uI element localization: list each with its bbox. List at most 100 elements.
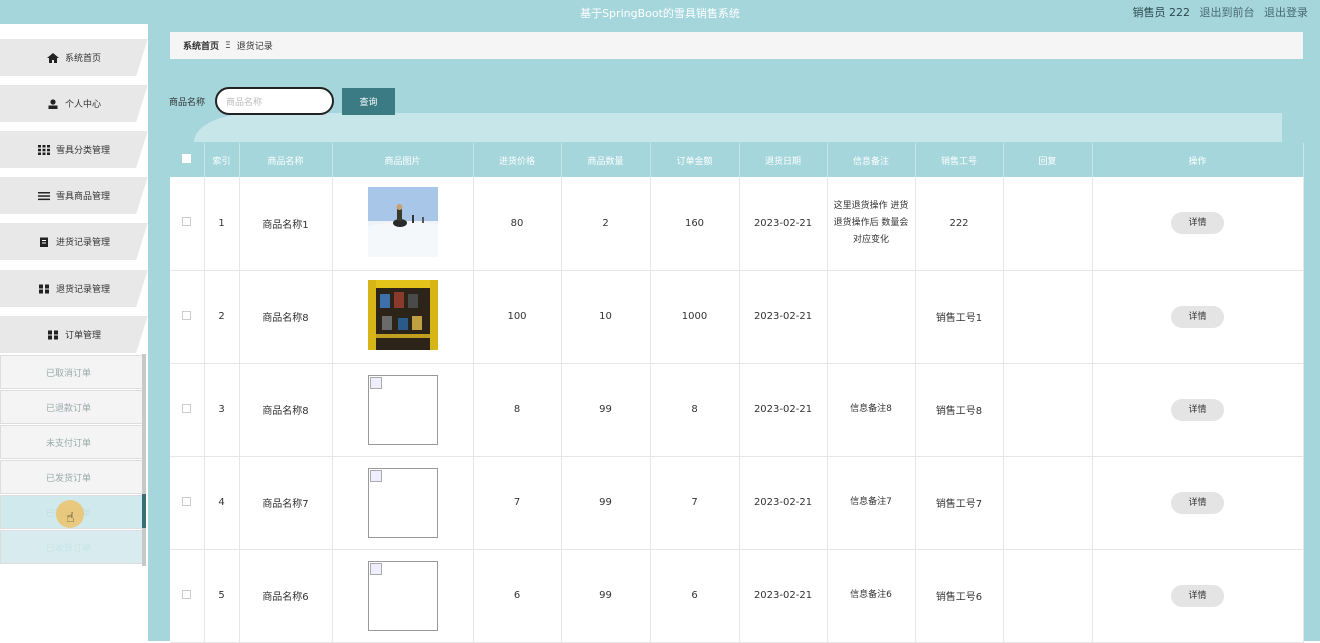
row-select-cell bbox=[170, 270, 205, 364]
cell-quantity: 99 bbox=[561, 363, 651, 457]
column-header: 进货价格 bbox=[473, 143, 562, 177]
cell-order-amount: 8 bbox=[650, 363, 740, 457]
top-bar: 基于SpringBoot的雪具销售系统 销售员 222 退出到前台 退出登录 bbox=[0, 0, 1320, 24]
cell-actions: 详情 bbox=[1092, 270, 1304, 364]
submenu-cancelled-orders[interactable]: 已取消订单 bbox=[0, 355, 146, 389]
cell-staff-id: 销售工号8 bbox=[915, 363, 1004, 457]
sidebar-item-category-management[interactable]: 雪具分类管理 bbox=[0, 130, 148, 168]
detail-button[interactable]: 详情 bbox=[1171, 584, 1224, 607]
cell-purchase-price: 7 bbox=[473, 456, 562, 550]
cell-product-name: 商品名称8 bbox=[239, 363, 333, 457]
sidebar-item-purchase-records[interactable]: 进货记录管理 bbox=[0, 222, 148, 260]
cell-purchase-price: 8 bbox=[473, 363, 562, 457]
cell-purchase-price: 100 bbox=[473, 270, 562, 364]
product-photo-boots[interactable] bbox=[367, 280, 438, 350]
submenu-received-orders[interactable]: 已收货订单 bbox=[0, 530, 146, 564]
cell-order-amount: 6 bbox=[650, 549, 740, 643]
cell-reply bbox=[1003, 177, 1093, 271]
breadcrumb-home[interactable]: 系统首页 bbox=[183, 39, 219, 52]
submenu-refunded-orders[interactable]: 已退款订单 bbox=[0, 390, 146, 424]
sidebar-item-home[interactable]: 系统首页 bbox=[0, 38, 148, 76]
column-header: 索引 bbox=[204, 143, 240, 177]
submenu-scrollbar[interactable] bbox=[142, 354, 146, 566]
squares-icon bbox=[47, 330, 58, 339]
broken-image[interactable] bbox=[367, 560, 438, 631]
cell-return-date: 2023-02-21 bbox=[739, 270, 828, 364]
detail-button[interactable]: 详情 bbox=[1171, 491, 1224, 514]
column-header: 商品数量 bbox=[561, 143, 651, 177]
cell-index: 3 bbox=[204, 363, 240, 457]
cell-return-date: 2023-02-21 bbox=[739, 177, 828, 271]
sidebar-item-order-management[interactable]: 订单管理 bbox=[0, 315, 148, 353]
cell-product-name: 商品名称8 bbox=[239, 270, 333, 364]
table-row: 4 商品名称7 7 99 7 2023-02-21 信息备注7 销售工号7 详情 bbox=[170, 456, 1304, 550]
detail-button[interactable]: 详情 bbox=[1171, 398, 1224, 421]
user-icon bbox=[48, 98, 58, 109]
back-to-front-link[interactable]: 退出到前台 bbox=[1200, 6, 1255, 19]
product-photo-ski[interactable] bbox=[367, 186, 438, 257]
sidebar-item-product-management[interactable]: 雪具商品管理 bbox=[0, 176, 148, 214]
sidebar-item-label: 进货记录管理 bbox=[55, 238, 110, 248]
column-header: 信息备注 bbox=[827, 143, 916, 177]
cell-index: 5 bbox=[204, 549, 240, 643]
detail-button[interactable]: 详情 bbox=[1171, 305, 1224, 328]
cell-staff-id: 销售工号6 bbox=[915, 549, 1004, 643]
breadcrumb-separator: Ξ bbox=[225, 40, 231, 51]
submenu-unpaid-orders[interactable]: 未支付订单 bbox=[0, 425, 146, 459]
column-header: 订单金额 bbox=[650, 143, 740, 177]
cell-order-amount: 160 bbox=[650, 177, 740, 271]
row-checkbox[interactable] bbox=[182, 403, 192, 413]
app-title: 基于SpringBoot的雪具销售系统 bbox=[580, 7, 740, 20]
header-actions: 销售员 222 退出到前台 退出登录 bbox=[1127, 4, 1309, 20]
cell-note: 信息备注8 bbox=[827, 363, 916, 457]
cell-note bbox=[827, 270, 916, 364]
row-checkbox[interactable] bbox=[182, 496, 192, 506]
row-checkbox[interactable] bbox=[182, 310, 192, 320]
cell-staff-id: 销售工号7 bbox=[915, 456, 1004, 550]
sidebar-item-label: 个人中心 bbox=[64, 100, 101, 110]
clipboard-icon bbox=[39, 237, 48, 247]
home-icon bbox=[46, 52, 59, 63]
cell-quantity: 99 bbox=[561, 456, 651, 550]
column-header: 操作 bbox=[1092, 143, 1304, 177]
cell-actions: 详情 bbox=[1092, 549, 1304, 643]
broken-image-icon bbox=[369, 376, 382, 389]
submenu-scrollbar-thumb[interactable] bbox=[142, 494, 146, 528]
logout-link[interactable]: 退出登录 bbox=[1264, 6, 1308, 19]
table-header-row: 索引 商品名称 商品图片 进货价格 商品数量 订单金额 退货日期 信息备注 销售… bbox=[170, 143, 1304, 177]
search-panel-decoration bbox=[194, 113, 1282, 142]
cell-return-date: 2023-02-21 bbox=[739, 549, 828, 643]
cell-actions: 详情 bbox=[1092, 363, 1304, 457]
cell-product-image bbox=[332, 177, 474, 271]
product-name-search-input[interactable]: 商品名称 bbox=[215, 87, 334, 115]
submenu-shipped-orders[interactable]: 已发货订单 bbox=[0, 460, 146, 494]
cell-actions: 详情 bbox=[1092, 177, 1304, 271]
hand-cursor-icon: ☝ bbox=[66, 510, 75, 526]
sidebar-item-label: 退货记录管理 bbox=[55, 285, 110, 295]
row-checkbox[interactable] bbox=[182, 589, 192, 599]
cell-note: 信息备注6 bbox=[827, 549, 916, 643]
cell-order-amount: 1000 bbox=[650, 270, 740, 364]
row-checkbox[interactable] bbox=[182, 217, 192, 227]
cell-product-image bbox=[332, 363, 474, 457]
cell-reply bbox=[1003, 363, 1093, 457]
sidebar-item-label: 雪具商品管理 bbox=[55, 192, 110, 202]
sidebar-item-personal-center[interactable]: 个人中心 bbox=[0, 84, 148, 122]
cell-product-name: 商品名称7 bbox=[239, 456, 333, 550]
sidebar-item-return-records[interactable]: 退货记录管理 bbox=[0, 269, 148, 307]
broken-image-icon bbox=[369, 469, 382, 482]
cell-quantity: 10 bbox=[561, 270, 651, 364]
cell-note: 这里退货操作 进货退货操作后 数量会对应变化 bbox=[827, 177, 916, 271]
broken-image[interactable] bbox=[367, 374, 438, 445]
search-button[interactable]: 查询 bbox=[342, 88, 395, 115]
broken-image[interactable] bbox=[367, 467, 438, 538]
sidebar-item-label: 系统首页 bbox=[64, 54, 101, 64]
cell-product-name: 商品名称1 bbox=[239, 177, 333, 271]
cell-order-amount: 7 bbox=[650, 456, 740, 550]
column-header: 销售工号 bbox=[915, 143, 1004, 177]
detail-button[interactable]: 详情 bbox=[1171, 212, 1224, 235]
cell-product-name: 商品名称6 bbox=[239, 549, 333, 643]
column-header: 退货日期 bbox=[739, 143, 828, 177]
select-all-checkbox[interactable] bbox=[182, 154, 192, 163]
cell-actions: 详情 bbox=[1092, 456, 1304, 550]
